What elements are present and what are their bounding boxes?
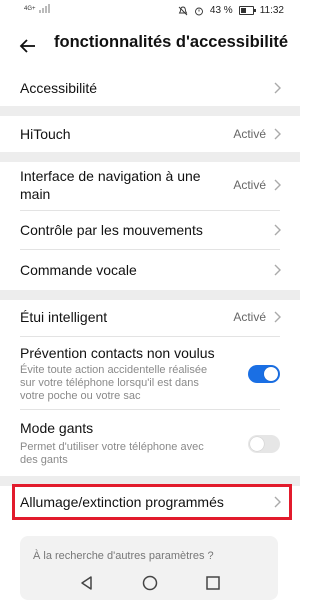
spacer [0,522,300,536]
item-smart-cover[interactable]: Étui intelligent Activé [0,300,300,336]
section-separator [0,152,300,162]
item-voice-command[interactable]: Commande vocale [0,250,300,290]
item-glove-mode: Mode gants Permet d'utiliser votre télép… [0,410,300,476]
item-description-line2: des gants [20,454,68,466]
item-label: HiTouch [20,126,71,142]
signal-indicator: 4G+ [24,4,50,13]
mute-icon [178,6,188,15]
item-label: Contrôle par les mouvements [20,222,203,238]
item-description-line2: sur votre téléphone lorsqu'il est dans [20,377,199,389]
chevron-right-icon [274,128,281,140]
section-separator [0,290,300,300]
battery-percent: 43 % [209,5,233,16]
chevron-right-icon [274,264,281,276]
status-text: Activé [233,310,266,324]
status-right-group: 43 % 11:32 [178,5,284,16]
item-description-line3: votre poche ou votre sac [20,390,141,402]
back-triangle-icon[interactable] [77,573,97,593]
item-motion-control[interactable]: Contrôle par les mouvements [0,211,300,249]
home-circle-icon[interactable] [140,573,160,593]
item-accidental-touch-prevention: Prévention contacts non voulus Évite tou… [0,337,300,409]
alarm-icon [194,7,203,15]
chevron-right-icon [274,179,281,191]
status-bar: 4G+ 43 % 11:32 [0,0,300,22]
status-text: Activé [233,127,266,141]
item-label: Accessibilité [20,80,98,96]
item-label: Commande vocale [20,262,137,278]
item-label-line1: Interface de navigation à une [20,168,201,184]
item-label: Étui intelligent [20,309,108,325]
clock: 11:32 [259,5,284,16]
accessibility-features-screen: 4G+ 43 % 11:32 fonctionnalités d'accessi… [0,0,300,600]
item-label: Prévention contacts non voulus [20,345,215,361]
app-header: fonctionnalités d'accessibilité [0,22,300,70]
back-button[interactable] [16,34,40,58]
status-text: Activé [233,178,266,192]
signal-icon [38,4,50,13]
item-label-line2: main [20,186,51,202]
prevention-toggle[interactable] [248,365,280,383]
item-hitouch[interactable]: HiTouch Activé [0,116,300,152]
system-navigation-bar [0,566,300,600]
chevron-right-icon [274,224,281,236]
search-suggestion-text: À la recherche d'autres paramètres ? [33,550,214,562]
red-highlight-box [12,484,292,520]
chevron-right-icon [274,311,281,323]
chevron-right-icon [274,82,281,94]
section-separator [0,106,300,116]
glove-mode-toggle[interactable] [248,435,280,453]
item-label: Mode gants [20,420,94,436]
item-description-line1: Permet d'utiliser votre téléphone avec [20,441,204,453]
item-accessibilite[interactable]: Accessibilité [0,70,300,106]
recents-square-icon[interactable] [203,573,223,593]
page-title: fonctionnalités d'accessibilité [54,33,289,51]
network-type-label: 4G+ [24,5,36,12]
item-one-hand-navigation[interactable]: Interface de navigation à une main Activ… [0,162,300,210]
arrow-left-icon [19,39,35,53]
battery-icon [238,6,256,15]
item-description-line1: Évite toute action accidentelle réalisée [20,364,208,376]
